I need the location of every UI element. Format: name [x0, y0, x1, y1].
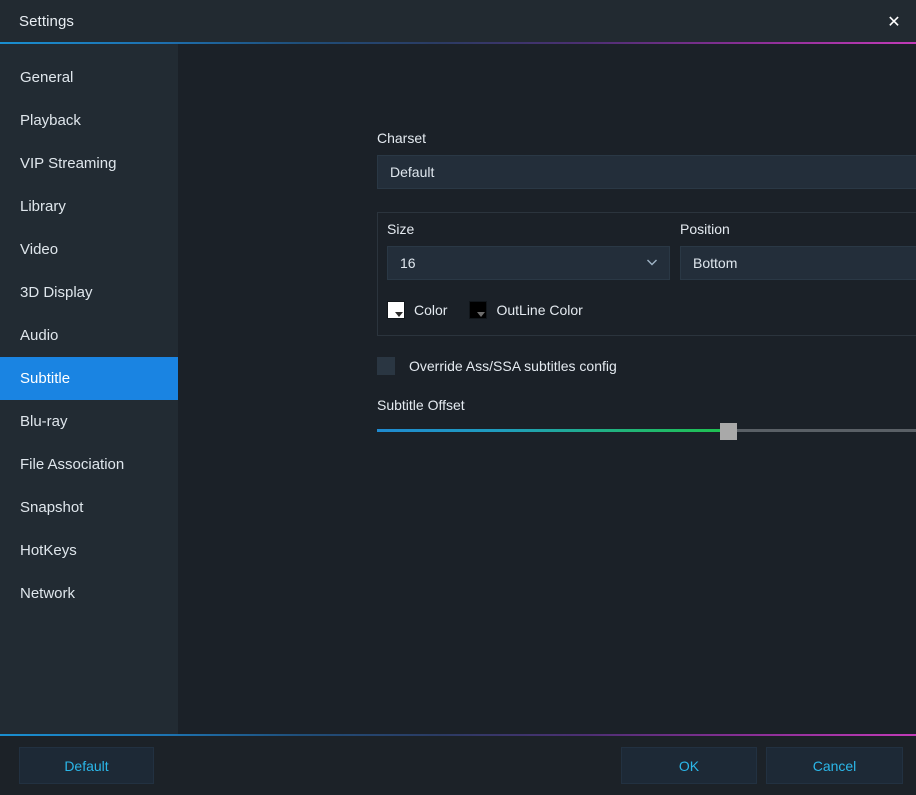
settings-sidebar: General Playback VIP Streaming Library V…: [0, 44, 178, 734]
default-button[interactable]: Default: [19, 747, 154, 784]
sidebar-item-subtitle[interactable]: Subtitle: [0, 357, 178, 400]
outline-color-label: OutLine Color: [496, 302, 583, 318]
override-ass-ssa-label: Override Ass/SSA subtitles config: [409, 358, 617, 374]
cancel-button-label: Cancel: [812, 757, 857, 774]
sidebar-item-label: General: [20, 69, 74, 86]
sidebar-item-label: Audio: [20, 327, 59, 344]
sidebar-item-label: Network: [20, 585, 76, 602]
sidebar-item-playback[interactable]: Playback: [0, 99, 178, 142]
sidebar-item-network[interactable]: Network: [0, 572, 178, 615]
sidebar-item-label: VIP Streaming: [20, 155, 117, 172]
chevron-down-icon: [646, 256, 657, 267]
subtitle-style-group: Size 16 Position Bottom Color OutLine Co…: [377, 212, 916, 336]
sidebar-item-label: Library: [20, 198, 66, 215]
position-select[interactable]: Bottom: [680, 246, 916, 280]
sidebar-item-label: 3D Display: [20, 284, 93, 301]
charset-select[interactable]: Default: [377, 155, 916, 189]
subtitle-offset-label: Subtitle Offset: [377, 397, 465, 413]
subtitle-settings-pane: Charset Default Size 16 Position Bottom …: [178, 44, 916, 734]
size-value: 16: [400, 255, 416, 271]
sidebar-item-vip-streaming[interactable]: VIP Streaming: [0, 142, 178, 185]
close-icon[interactable]: ✕: [872, 0, 916, 42]
position-field: Position Bottom: [680, 221, 916, 280]
sidebar-item-audio[interactable]: Audio: [0, 314, 178, 357]
sidebar-item-label: Playback: [20, 112, 81, 129]
size-label: Size: [387, 221, 415, 237]
title-bar: Settings ✕: [0, 0, 916, 42]
slider-handle[interactable]: [719, 423, 737, 440]
outline-color-swatch[interactable]: [469, 301, 488, 319]
sidebar-item-label: Snapshot: [20, 499, 84, 516]
sidebar-item-label: File Association: [20, 456, 125, 473]
sidebar-item-hotkeys[interactable]: HotKeys: [0, 529, 178, 572]
settings-window: Settings ✕ General Playback VIP Streamin…: [0, 0, 916, 795]
charset-label: Charset: [377, 130, 427, 146]
slider-fill: [377, 429, 729, 432]
cancel-button[interactable]: Cancel: [766, 747, 903, 784]
position-label: Position: [680, 221, 730, 237]
size-field: Size 16: [387, 221, 670, 280]
sidebar-item-label: Subtitle: [20, 370, 71, 387]
dialog-body: General Playback VIP Streaming Library V…: [0, 44, 916, 734]
sidebar-item-label: Blu-ray: [20, 413, 68, 430]
charset-value: Default: [390, 164, 435, 180]
dialog-footer: Default OK Cancel: [0, 736, 916, 795]
sidebar-item-video[interactable]: Video: [0, 228, 178, 271]
checkbox-icon: [377, 357, 395, 375]
caret-down-icon: [477, 312, 486, 317]
sidebar-item-library[interactable]: Library: [0, 185, 178, 228]
sidebar-item-general[interactable]: General: [0, 56, 178, 99]
subtitle-offset-slider[interactable]: [377, 423, 916, 441]
size-select[interactable]: 16: [387, 246, 670, 280]
sidebar-item-3d-display[interactable]: 3D Display: [0, 271, 178, 314]
window-title: Settings: [19, 12, 74, 30]
text-color-label: Color: [414, 302, 448, 318]
position-value: Bottom: [693, 255, 738, 271]
sidebar-item-label: Video: [20, 241, 59, 258]
sidebar-item-label: HotKeys: [20, 542, 77, 559]
color-pickers-row: Color OutLine Color: [387, 301, 605, 319]
ok-button-label: OK: [678, 757, 700, 774]
caret-down-icon: [395, 312, 403, 317]
sidebar-item-file-association[interactable]: File Association: [0, 443, 178, 486]
override-ass-ssa-checkbox[interactable]: Override Ass/SSA subtitles config: [377, 357, 617, 375]
text-color-swatch[interactable]: [387, 301, 405, 319]
charset-field: Charset Default: [377, 130, 916, 189]
sidebar-item-blu-ray[interactable]: Blu-ray: [0, 400, 178, 443]
subtitle-offset-header: Subtitle Offset 0 s: [377, 397, 916, 413]
default-button-label: Default: [64, 757, 109, 774]
ok-button[interactable]: OK: [621, 747, 757, 784]
sidebar-item-snapshot[interactable]: Snapshot: [0, 486, 178, 529]
